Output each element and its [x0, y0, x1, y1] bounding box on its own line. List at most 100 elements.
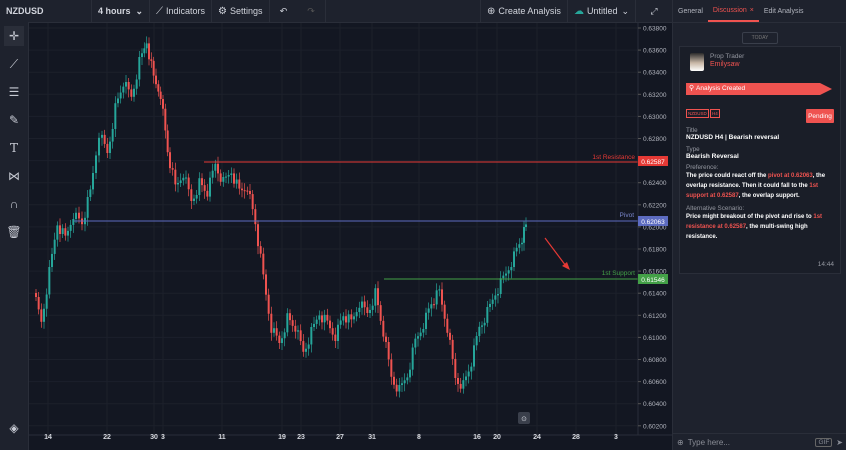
- fullscreen-button[interactable]: ⤢: [636, 0, 672, 22]
- tab-discussion[interactable]: Discussion ×: [707, 0, 759, 22]
- candle-body: [241, 188, 243, 191]
- candle-body: [454, 358, 457, 378]
- candle-body: [169, 152, 171, 169]
- text-icon: T: [9, 141, 18, 155]
- close-icon[interactable]: ×: [750, 7, 754, 14]
- time-tick-label: 3: [161, 434, 165, 441]
- candle-body: [486, 307, 489, 323]
- candle-body: [403, 380, 406, 384]
- candle-body: [109, 141, 111, 153]
- candle-body: [395, 384, 398, 392]
- alternative-text-part1: Price might breakout of the pivot and ri…: [686, 214, 814, 220]
- candle-body: [478, 326, 481, 337]
- brush-tool[interactable]: ✎: [4, 110, 24, 130]
- candle-body: [419, 332, 422, 337]
- lock-icon: ⊙: [521, 415, 527, 423]
- pivot-label: Pivot: [620, 212, 635, 219]
- price-chart[interactable]: 1st Resistance Pivot 1st Support ⊙ 0.638…: [29, 23, 672, 450]
- candle-body: [310, 327, 313, 345]
- send-icon[interactable]: ➤: [836, 438, 843, 447]
- candle-body: [334, 334, 337, 341]
- tab-discussion-label: Discussion: [712, 6, 747, 14]
- redo-button[interactable]: ↷: [298, 0, 326, 22]
- candle-body: [72, 219, 75, 225]
- analysis-panel: General Discussion × Edit Analysis Prop T…: [672, 0, 846, 450]
- candle-body: [483, 322, 486, 326]
- time-tick-label: 24: [533, 434, 541, 441]
- crosshair-icon: ✛: [8, 29, 20, 43]
- candle-body: [145, 43, 148, 49]
- horizontal-lines-tool[interactable]: ☰: [4, 82, 24, 102]
- candle-body: [369, 309, 371, 313]
- candle-body: [515, 247, 518, 252]
- top-toolbar: NZDUSD 4 hours ⌄ ⟋ Indicators ⚙ Settings ↶ …: [0, 0, 672, 23]
- candle-body: [273, 328, 275, 333]
- candle-body: [283, 332, 286, 339]
- candle-body: [133, 88, 135, 97]
- indicators-button[interactable]: ⟋ Indicators: [150, 0, 213, 22]
- candle-body: [510, 267, 513, 271]
- message-input-bar: ⊕ Type here... GIF ➤: [673, 433, 846, 450]
- candle-body: [152, 60, 155, 76]
- symbol-selector[interactable]: NZDUSD: [0, 0, 92, 22]
- magnet-icon: ∩: [9, 197, 19, 211]
- candle-body: [467, 371, 470, 377]
- price-tick-label: 0.60400: [643, 401, 667, 408]
- trash-tool[interactable]: 🗑: [4, 222, 24, 242]
- trash-icon: 🗑: [6, 225, 22, 239]
- layout-name-button[interactable]: ☁ Untitled ⌄: [568, 0, 636, 22]
- author-name[interactable]: Emilysaw: [710, 61, 740, 68]
- candle-body: [141, 53, 143, 57]
- undo-button[interactable]: ↶: [270, 0, 298, 22]
- message-input[interactable]: Type here...: [688, 438, 816, 447]
- timeframe-selector[interactable]: 4 hours ⌄: [92, 0, 150, 22]
- trend-line-tool[interactable]: ⟋: [4, 54, 24, 74]
- plus-circle-icon: ⊕: [487, 5, 496, 17]
- candle-body: [182, 177, 185, 181]
- candle-body: [406, 377, 409, 381]
- panel-tabs: General Discussion × Edit Analysis: [673, 0, 846, 23]
- candle-body: [414, 338, 417, 348]
- settings-button[interactable]: ⚙ Settings: [212, 0, 270, 22]
- candle-body: [214, 163, 217, 171]
- undo-icon: ↶: [279, 5, 288, 16]
- candle-body: [111, 129, 114, 142]
- support-label: 1st Support: [602, 270, 635, 277]
- layout-name-label: Untitled: [586, 6, 618, 16]
- candle-body: [318, 315, 321, 320]
- candle-body: [494, 295, 497, 300]
- pin-icon: ⚲: [689, 85, 695, 92]
- candle-body: [422, 329, 425, 333]
- candle-body: [209, 177, 211, 197]
- candle-body: [122, 86, 125, 93]
- candle-body: [125, 82, 127, 87]
- candle-body: [225, 176, 227, 178]
- pattern-tool[interactable]: ⋈: [4, 166, 24, 186]
- candle-body: [363, 301, 366, 308]
- candle-body: [523, 227, 525, 243]
- price-tick-label: 0.61000: [643, 335, 667, 342]
- candle-body: [164, 108, 167, 131]
- text-tool[interactable]: T: [4, 138, 24, 158]
- gif-button[interactable]: GIF: [815, 437, 833, 447]
- candle-body: [329, 320, 331, 329]
- candle-body: [187, 177, 190, 190]
- magnet-tool[interactable]: ∩: [4, 194, 24, 214]
- layers-tool[interactable]: ◈: [4, 418, 24, 438]
- candle-body: [67, 230, 69, 236]
- crosshair-tool[interactable]: ✛: [4, 26, 24, 46]
- tab-edit-analysis[interactable]: Edit Analysis: [759, 0, 809, 22]
- candle-body: [262, 253, 265, 275]
- candle-body: [278, 335, 281, 343]
- candle-body: [491, 299, 494, 304]
- candle-body: [206, 190, 209, 197]
- plus-circle-icon[interactable]: ⊕: [677, 438, 684, 447]
- price-tick-label: 0.60600: [643, 379, 667, 386]
- candle-body: [446, 318, 449, 333]
- candle-body: [297, 330, 299, 332]
- create-analysis-button[interactable]: ⊕ Create Analysis: [480, 0, 568, 22]
- candle-body: [518, 244, 521, 248]
- candle-body: [157, 84, 160, 92]
- candle-body: [238, 179, 241, 189]
- tab-general[interactable]: General: [673, 0, 708, 22]
